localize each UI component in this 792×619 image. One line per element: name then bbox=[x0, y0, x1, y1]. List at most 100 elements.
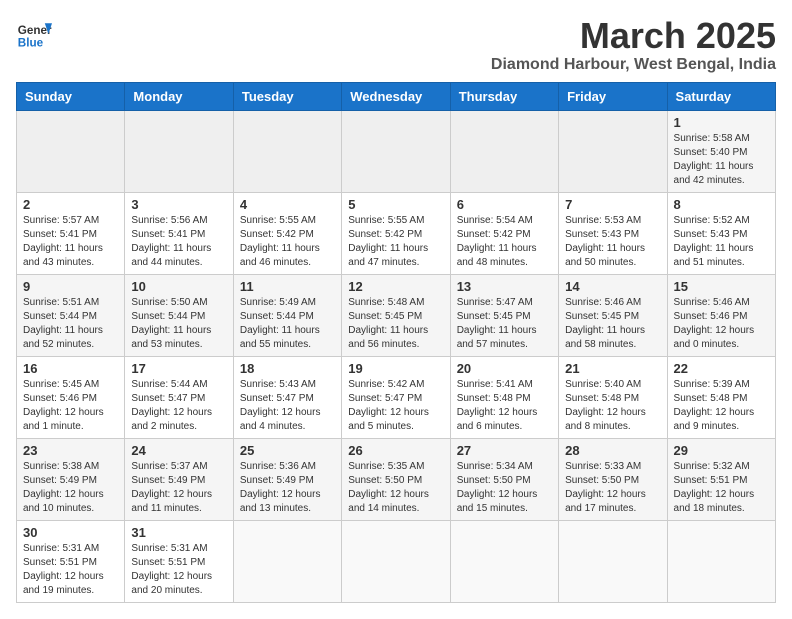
month-title: March 2025 bbox=[491, 16, 776, 56]
day-number: 28 bbox=[565, 443, 660, 458]
calendar-cell bbox=[125, 110, 233, 192]
calendar-cell: 24Sunrise: 5:37 AM Sunset: 5:49 PM Dayli… bbox=[125, 438, 233, 520]
day-info: Sunrise: 5:46 AM Sunset: 5:46 PM Dayligh… bbox=[674, 296, 769, 352]
calendar-cell: 3 Sunrise: 5:56 AM Sunset: 5:41 PM Daylig… bbox=[125, 192, 233, 274]
day-info: Sunrise: 5:48 AM Sunset: 5:45 PM Dayligh… bbox=[348, 296, 443, 352]
day-info: Sunrise: 5:49 AM Sunset: 5:44 PM Dayligh… bbox=[240, 296, 335, 352]
day-info: Sunrise: 5:55 AM Sunset: 5:42 PM Dayligh… bbox=[348, 214, 443, 270]
calendar-cell: 2 Sunrise: 5:57 AM Sunset: 5:41 PM Daylig… bbox=[17, 192, 125, 274]
day-number: 23 bbox=[23, 443, 118, 458]
day-info: Sunrise: 5:31 AM Sunset: 5:51 PM Dayligh… bbox=[23, 542, 118, 598]
day-info: Sunrise: 5:56 AM Sunset: 5:41 PM Dayligh… bbox=[131, 214, 226, 270]
calendar-cell: 23 Sunrise: 5:38 AM Sunset: 5:49 PM Dayli… bbox=[17, 438, 125, 520]
day-number: 8 bbox=[674, 197, 769, 212]
location-title: Diamond Harbour, West Bengal, India bbox=[491, 56, 776, 74]
day-number: 3 bbox=[131, 197, 226, 212]
day-number: 2 bbox=[23, 197, 118, 212]
day-number: 6 bbox=[457, 197, 552, 212]
calendar-cell: 30 Sunrise: 5:31 AM Sunset: 5:51 PM Dayli… bbox=[17, 520, 125, 602]
day-number: 20 bbox=[457, 361, 552, 376]
day-number: 1 bbox=[674, 115, 769, 130]
calendar-cell: 11 Sunrise: 5:49 AM Sunset: 5:44 PM Dayli… bbox=[233, 274, 341, 356]
calendar-cell: 4 Sunrise: 5:55 AM Sunset: 5:42 PM Daylig… bbox=[233, 192, 341, 274]
day-number: 22 bbox=[674, 361, 769, 376]
day-info: Sunrise: 5:38 AM Sunset: 5:49 PM Dayligh… bbox=[23, 460, 118, 516]
weekday-header-tuesday: Tuesday bbox=[233, 82, 341, 110]
weekday-header-wednesday: Wednesday bbox=[342, 82, 450, 110]
calendar-week-row: 2 Sunrise: 5:57 AM Sunset: 5:41 PM Daylig… bbox=[17, 192, 776, 274]
calendar-cell: 29 Sunrise: 5:32 AM Sunset: 5:51 PM Dayli… bbox=[667, 438, 775, 520]
calendar-cell bbox=[17, 110, 125, 192]
day-info: Sunrise: 5:47 AM Sunset: 5:45 PM Dayligh… bbox=[457, 296, 552, 352]
weekday-header-friday: Friday bbox=[559, 82, 667, 110]
day-number: 29 bbox=[674, 443, 769, 458]
day-number: 27 bbox=[457, 443, 552, 458]
day-number: 18 bbox=[240, 361, 335, 376]
day-number: 21 bbox=[565, 361, 660, 376]
day-number: 11 bbox=[240, 279, 335, 294]
calendar-cell bbox=[233, 520, 341, 602]
calendar-cell: 31 Sunrise: 5:31 AM Sunset: 5:51 PM Dayli… bbox=[125, 520, 233, 602]
calendar-cell: 10Sunrise: 5:50 AM Sunset: 5:44 PM Dayli… bbox=[125, 274, 233, 356]
calendar-cell bbox=[667, 520, 775, 602]
day-number: 26 bbox=[348, 443, 443, 458]
calendar-cell: 13 Sunrise: 5:47 AM Sunset: 5:45 PM Dayli… bbox=[450, 274, 558, 356]
calendar-cell: 9 Sunrise: 5:51 AM Sunset: 5:44 PM Daylig… bbox=[17, 274, 125, 356]
day-info: Sunrise: 5:46 AM Sunset: 5:45 PM Dayligh… bbox=[565, 296, 660, 352]
day-number: 9 bbox=[23, 279, 118, 294]
day-info: Sunrise: 5:36 AM Sunset: 5:49 PM Dayligh… bbox=[240, 460, 335, 516]
day-number: 30 bbox=[23, 525, 118, 540]
calendar-cell: 12Sunrise: 5:48 AM Sunset: 5:45 PM Dayli… bbox=[342, 274, 450, 356]
day-info: Sunrise: 5:39 AM Sunset: 5:48 PM Dayligh… bbox=[674, 378, 769, 434]
calendar-cell: 1Sunrise: 5:58 AM Sunset: 5:40 PM Daylig… bbox=[667, 110, 775, 192]
calendar-week-row: 9 Sunrise: 5:51 AM Sunset: 5:44 PM Daylig… bbox=[17, 274, 776, 356]
calendar-cell: 22 Sunrise: 5:39 AM Sunset: 5:48 PM Dayli… bbox=[667, 356, 775, 438]
day-info: Sunrise: 5:40 AM Sunset: 5:48 PM Dayligh… bbox=[565, 378, 660, 434]
day-number: 14 bbox=[565, 279, 660, 294]
day-info: Sunrise: 5:53 AM Sunset: 5:43 PM Dayligh… bbox=[565, 214, 660, 270]
logo-icon: General Blue bbox=[16, 16, 52, 52]
calendar-cell: 7 Sunrise: 5:53 AM Sunset: 5:43 PM Daylig… bbox=[559, 192, 667, 274]
day-info: Sunrise: 5:34 AM Sunset: 5:50 PM Dayligh… bbox=[457, 460, 552, 516]
weekday-header-monday: Monday bbox=[125, 82, 233, 110]
calendar-cell: 17Sunrise: 5:44 AM Sunset: 5:47 PM Dayli… bbox=[125, 356, 233, 438]
calendar-cell: 20 Sunrise: 5:41 AM Sunset: 5:48 PM Dayli… bbox=[450, 356, 558, 438]
day-info: Sunrise: 5:50 AM Sunset: 5:44 PM Dayligh… bbox=[131, 296, 226, 352]
calendar-week-row: 23 Sunrise: 5:38 AM Sunset: 5:49 PM Dayli… bbox=[17, 438, 776, 520]
svg-text:Blue: Blue bbox=[18, 37, 44, 50]
day-info: Sunrise: 5:41 AM Sunset: 5:48 PM Dayligh… bbox=[457, 378, 552, 434]
day-number: 7 bbox=[565, 197, 660, 212]
day-info: Sunrise: 5:31 AM Sunset: 5:51 PM Dayligh… bbox=[131, 542, 226, 598]
calendar-cell: 5 Sunrise: 5:55 AM Sunset: 5:42 PM Daylig… bbox=[342, 192, 450, 274]
day-number: 31 bbox=[131, 525, 226, 540]
page-header: General Blue March 2025 Diamond Harbour,… bbox=[16, 16, 776, 74]
day-number: 19 bbox=[348, 361, 443, 376]
calendar-cell bbox=[559, 110, 667, 192]
calendar-week-row: 16Sunrise: 5:45 AM Sunset: 5:46 PM Dayli… bbox=[17, 356, 776, 438]
calendar-cell bbox=[450, 110, 558, 192]
day-info: Sunrise: 5:45 AM Sunset: 5:46 PM Dayligh… bbox=[23, 378, 118, 434]
day-info: Sunrise: 5:52 AM Sunset: 5:43 PM Dayligh… bbox=[674, 214, 769, 270]
calendar-week-row: 30 Sunrise: 5:31 AM Sunset: 5:51 PM Dayli… bbox=[17, 520, 776, 602]
calendar-cell: 16Sunrise: 5:45 AM Sunset: 5:46 PM Dayli… bbox=[17, 356, 125, 438]
calendar-cell: 26Sunrise: 5:35 AM Sunset: 5:50 PM Dayli… bbox=[342, 438, 450, 520]
calendar-cell: 27 Sunrise: 5:34 AM Sunset: 5:50 PM Dayli… bbox=[450, 438, 558, 520]
calendar-cell bbox=[233, 110, 341, 192]
logo: General Blue bbox=[16, 16, 52, 52]
day-number: 15 bbox=[674, 279, 769, 294]
weekday-header-saturday: Saturday bbox=[667, 82, 775, 110]
day-number: 5 bbox=[348, 197, 443, 212]
calendar-cell: 19Sunrise: 5:42 AM Sunset: 5:47 PM Dayli… bbox=[342, 356, 450, 438]
day-number: 13 bbox=[457, 279, 552, 294]
day-number: 24 bbox=[131, 443, 226, 458]
day-info: Sunrise: 5:32 AM Sunset: 5:51 PM Dayligh… bbox=[674, 460, 769, 516]
calendar-cell: 8 Sunrise: 5:52 AM Sunset: 5:43 PM Daylig… bbox=[667, 192, 775, 274]
day-info: Sunrise: 5:51 AM Sunset: 5:44 PM Dayligh… bbox=[23, 296, 118, 352]
calendar-cell: 18Sunrise: 5:43 AM Sunset: 5:47 PM Dayli… bbox=[233, 356, 341, 438]
day-info: Sunrise: 5:54 AM Sunset: 5:42 PM Dayligh… bbox=[457, 214, 552, 270]
day-number: 4 bbox=[240, 197, 335, 212]
weekday-header-row: SundayMondayTuesdayWednesdayThursdayFrid… bbox=[17, 82, 776, 110]
calendar-table: SundayMondayTuesdayWednesdayThursdayFrid… bbox=[16, 82, 776, 603]
day-info: Sunrise: 5:55 AM Sunset: 5:42 PM Dayligh… bbox=[240, 214, 335, 270]
day-info: Sunrise: 5:57 AM Sunset: 5:41 PM Dayligh… bbox=[23, 214, 118, 270]
